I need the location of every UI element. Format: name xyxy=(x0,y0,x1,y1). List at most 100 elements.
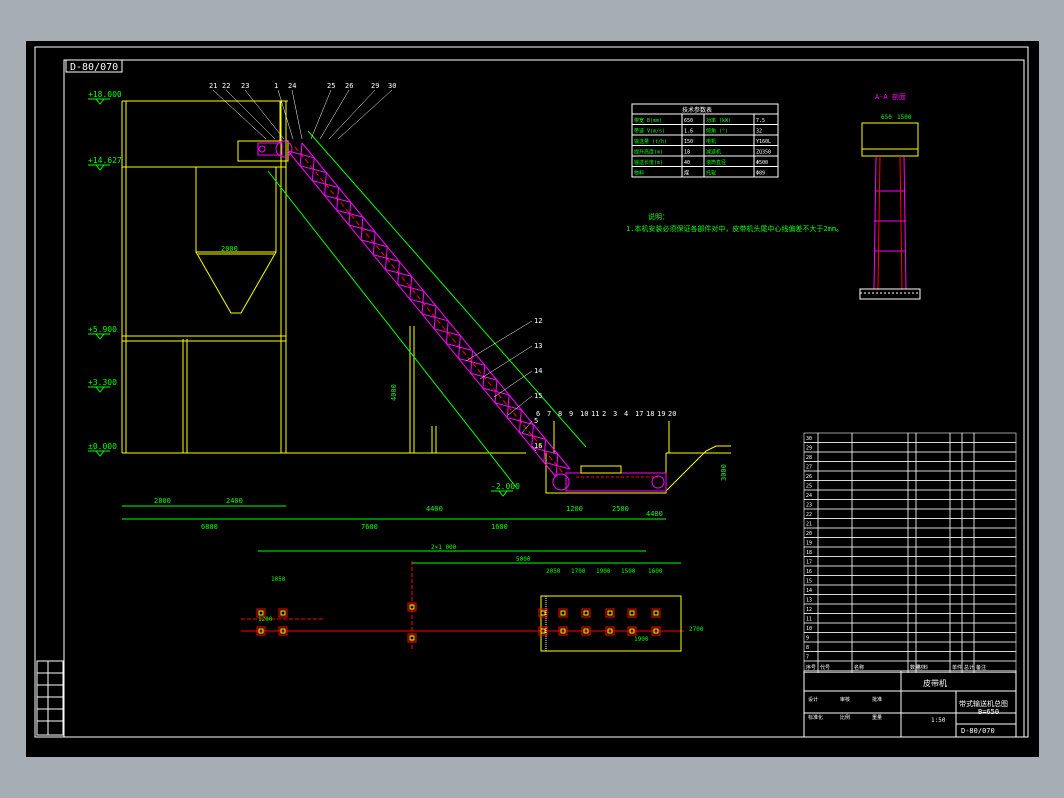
bom-cell xyxy=(851,489,909,500)
dimension-text: 4400 xyxy=(646,510,663,518)
bom-cell xyxy=(907,622,917,633)
bom-cell xyxy=(973,461,1017,472)
title-drawing-no: D-80/070 xyxy=(961,727,995,735)
bom-cell xyxy=(961,556,975,567)
elevation-triangle xyxy=(497,490,509,497)
bom-cell xyxy=(851,499,909,510)
part-callout: 17 xyxy=(635,410,643,418)
bom-cell xyxy=(817,594,853,605)
bom-cell xyxy=(961,442,975,453)
bom-item-no: 14 xyxy=(806,588,812,594)
bom-cell xyxy=(907,641,917,652)
bom-cell xyxy=(907,546,917,557)
bom-cell xyxy=(961,603,975,614)
tail-section xyxy=(552,465,667,492)
drawing-code: D-80/070 xyxy=(70,62,118,73)
bom-cell xyxy=(915,622,951,633)
part-callout: 7 xyxy=(547,410,551,418)
dimension-text: 4400 xyxy=(426,505,443,513)
foundation-pad xyxy=(605,608,615,618)
bom-header: 单件 xyxy=(952,664,962,671)
bom-cell xyxy=(961,613,975,624)
elevation-triangle xyxy=(94,333,106,340)
bom-cell xyxy=(915,461,951,472)
bom-cell xyxy=(851,632,909,643)
bom-item-no: 16 xyxy=(806,569,812,575)
bom-item-no: 28 xyxy=(806,455,812,461)
bom-item-no: 15 xyxy=(806,579,812,585)
bom-header: 名称 xyxy=(854,664,864,671)
elevation-label: +3.300 xyxy=(88,378,117,387)
foundation-pad xyxy=(627,608,637,618)
anchor-bolt xyxy=(258,610,264,616)
bom-cell xyxy=(817,432,853,443)
bom-item-no: 18 xyxy=(806,550,812,556)
leader-line xyxy=(319,89,350,140)
bom-cell xyxy=(973,556,1017,567)
part-callout: 9 xyxy=(569,410,573,418)
bom-item-no: 23 xyxy=(806,503,812,509)
section-view-title: A-A 剖面 xyxy=(875,92,906,101)
part-callout: 30 xyxy=(388,82,396,90)
bom-cell xyxy=(949,470,963,481)
drawing-canvas[interactable]: D-80/070 A-A 剖面 技术参数表带宽 B(mm) 650 功率 (kW… xyxy=(26,41,1039,757)
anchor-bolt xyxy=(560,610,566,616)
bom-cell xyxy=(961,632,975,643)
bom-cell xyxy=(915,632,951,643)
bom-cell xyxy=(973,603,1017,614)
bom-cell xyxy=(851,613,909,624)
bom-cell xyxy=(915,442,951,453)
part-callout: 20 xyxy=(668,410,676,418)
bom-cell xyxy=(907,651,917,662)
spec-table: 技术参数表带宽 B(mm) 650 功率 (kW) 7.5 带速 V(m/s) 1.6 倾角… xyxy=(631,103,779,178)
drawing-sheet[interactable]: D-80/070 A-A 剖面 技术参数表 带宽 B(mm) 650 功率 (k… xyxy=(26,41,1039,757)
signature-label: 设计 xyxy=(808,696,818,703)
bom-cell xyxy=(915,651,951,662)
bom-cell xyxy=(949,565,963,576)
bom-cell xyxy=(851,565,909,576)
bom-cell xyxy=(973,584,1017,595)
elevation-triangle xyxy=(94,164,106,171)
spec-table-text: 物料 xyxy=(634,170,644,177)
bom-cell xyxy=(949,432,963,443)
leader-line xyxy=(328,89,376,140)
bom-cell xyxy=(915,584,951,595)
foundation-pad xyxy=(581,608,591,618)
spec-table-text: 18 xyxy=(684,150,690,156)
bom-cell xyxy=(915,432,951,443)
bom-item-no: 17 xyxy=(806,560,812,566)
bom-cell xyxy=(907,613,917,624)
dimension-text: 2050 xyxy=(546,568,561,575)
bom-cell xyxy=(961,527,975,538)
part-callout: 21 xyxy=(209,82,217,90)
bom-cell xyxy=(817,499,853,510)
part-callout: 23 xyxy=(241,82,249,90)
bom-cell xyxy=(915,518,951,529)
dimension-text: 1500 xyxy=(897,114,912,121)
dimension-text: 1900 xyxy=(634,636,649,643)
foundation-plan xyxy=(241,561,684,652)
part-callout: 4 xyxy=(624,410,628,418)
bom-header: 备注 xyxy=(976,664,986,671)
bom-cell xyxy=(961,470,975,481)
bom-cell xyxy=(961,537,975,548)
bom-cell xyxy=(907,527,917,538)
leader-line xyxy=(337,89,393,140)
bom-cell xyxy=(817,651,853,662)
part-callout: 10 xyxy=(580,410,588,418)
bom-cell xyxy=(851,546,909,557)
bom-cell xyxy=(907,565,917,576)
spec-table-text: Φ89 xyxy=(756,171,765,177)
part-callout: 29 xyxy=(371,82,379,90)
bom-cell xyxy=(949,603,963,614)
bom-cell xyxy=(817,641,853,652)
dimension-text: 650 xyxy=(881,114,892,121)
bom-cell xyxy=(915,537,951,548)
leader-line xyxy=(225,89,276,140)
bom-cell xyxy=(817,527,853,538)
bom-item-no: 25 xyxy=(806,484,812,490)
elevation-triangle xyxy=(94,450,106,457)
bom-cell xyxy=(973,432,1017,443)
bom-cell xyxy=(949,613,963,624)
part-callout: 22 xyxy=(222,82,230,90)
